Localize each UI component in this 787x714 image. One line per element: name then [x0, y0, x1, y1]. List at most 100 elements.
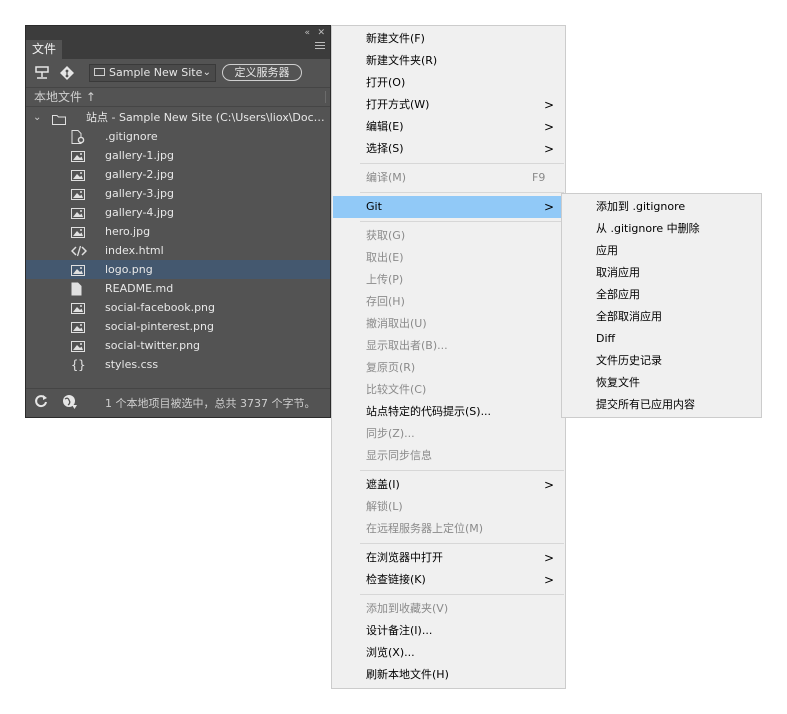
menu-item-label: 显示同步信息	[366, 449, 432, 462]
git-menu-item-label: 应用	[596, 244, 618, 257]
file-row[interactable]: social-twitter.png	[26, 336, 330, 355]
file-row[interactable]: logo.png	[26, 260, 330, 279]
git-menu-item-file-history[interactable]: 文件历史记录	[563, 350, 760, 372]
file-row[interactable]: .gitignore	[26, 127, 330, 146]
menu-item-edit[interactable]: 编辑(E) >	[333, 116, 564, 138]
menu-item-label: 检查链接(K)	[366, 573, 426, 586]
menu-separator	[360, 470, 564, 471]
menu-item-open[interactable]: 打开(O)	[333, 72, 564, 94]
menu-item-label: 打开(O)	[366, 76, 406, 89]
file-name: index.html	[105, 244, 164, 257]
git-menu-item-unstage[interactable]: 取消应用	[563, 262, 760, 284]
git-menu-item-diff[interactable]: Diff	[563, 328, 760, 350]
menu-item-label: 存回(H)	[366, 295, 405, 308]
file-row[interactable]: gallery-3.jpg	[26, 184, 330, 203]
file-row[interactable]: {} styles.css	[26, 355, 330, 374]
menu-item-label: 添加到收藏夹(V)	[366, 602, 449, 615]
git-menu-item-label: 取消应用	[596, 266, 640, 279]
file-row[interactable]: hero.jpg	[26, 222, 330, 241]
git-menu-item-commit-all-staged[interactable]: 提交所有已应用内容	[563, 394, 760, 416]
menu-item-select[interactable]: 选择(S) >	[333, 138, 564, 160]
menu-item-compile[interactable]: 编译(M) F9	[333, 167, 564, 189]
svg-text:{}: {}	[71, 358, 85, 371]
chevron-down-icon[interactable]: ⌄	[33, 108, 41, 127]
git-menu-item-stage[interactable]: 应用	[563, 240, 760, 262]
git-icon[interactable]	[59, 65, 75, 85]
menu-item-new-folder[interactable]: 新建文件夹(R)	[333, 50, 564, 72]
menu-item-cloak[interactable]: 遮盖(I) >	[333, 474, 564, 496]
chevron-right-icon: >	[543, 200, 554, 214]
menu-item-site-specific-code-hints[interactable]: 站点特定的代码提示(S)...	[333, 401, 564, 423]
file-row[interactable]: index.html	[26, 241, 330, 260]
tree-root-site[interactable]: ⌄ 站点 - Sample New Site (C:\Users\liox\Do…	[26, 108, 330, 127]
file-row[interactable]: social-pinterest.png	[26, 317, 330, 336]
menu-item-put[interactable]: 上传(P)	[333, 269, 564, 291]
site-select-label: Sample New Site	[109, 66, 203, 79]
menu-item-add-to-favorites[interactable]: 添加到收藏夹(V)	[333, 598, 564, 620]
file-name: logo.png	[105, 263, 153, 276]
panel-menu-icon[interactable]	[315, 42, 325, 52]
menu-separator	[360, 543, 564, 544]
menu-item-label: 获取(G)	[366, 229, 406, 242]
menu-item-new-file[interactable]: 新建文件(F)	[333, 28, 564, 50]
menu-item-show-sync-info[interactable]: 显示同步信息	[333, 445, 564, 467]
menu-item-label: 站点特定的代码提示(S)...	[366, 405, 492, 418]
menu-item-unlock[interactable]: 解锁(L)	[333, 496, 564, 518]
menu-item-design-notes[interactable]: 设计备注(I)...	[333, 620, 564, 642]
menu-item-label: 设计备注(I)...	[366, 624, 433, 637]
menu-item-refresh-local-files[interactable]: 刷新本地文件(H)	[333, 664, 564, 686]
menu-item-open-in-browser[interactable]: 在浏览器中打开 >	[333, 547, 564, 569]
menu-item-compare-files[interactable]: 比较文件(C)	[333, 379, 564, 401]
git-menu-item-label: 恢复文件	[596, 376, 640, 389]
file-name: social-twitter.png	[105, 339, 201, 352]
settings-file-icon	[71, 130, 85, 144]
menu-item-check-in[interactable]: 存回(H)	[333, 291, 564, 313]
site-select-dropdown[interactable]: Sample New Site ⌄	[89, 64, 216, 82]
collapse-panel-icon[interactable]: «	[304, 26, 310, 40]
menu-item-label: 新建文件(F)	[366, 32, 425, 45]
menu-item-revert-page[interactable]: 复原页(R)	[333, 357, 564, 379]
file-row[interactable]: gallery-1.jpg	[26, 146, 330, 165]
menu-item-show-checked-out-by[interactable]: 显示取出者(B)...	[333, 335, 564, 357]
menu-item-locate-on-remote-server[interactable]: 在远程服务器上定位(M)	[333, 518, 564, 540]
menu-item-label: 浏览(X)...	[366, 646, 415, 659]
tab-files[interactable]: 文件	[26, 40, 62, 59]
git-menu-item-label: 全部取消应用	[596, 310, 662, 323]
file-row[interactable]: social-facebook.png	[26, 298, 330, 317]
file-row[interactable]: README.md	[26, 279, 330, 298]
menu-item-check-links[interactable]: 检查链接(K) >	[333, 569, 564, 591]
git-menu-item-revert-file[interactable]: 恢复文件	[563, 372, 760, 394]
menu-item-undo-check-out[interactable]: 撤消取出(U)	[333, 313, 564, 335]
menu-item-label: 比较文件(C)	[366, 383, 427, 396]
git-menu-item-add-to-gitignore[interactable]: 添加到 .gitignore	[563, 196, 760, 218]
git-menu-item-unstage-all[interactable]: 全部取消应用	[563, 306, 760, 328]
folder-icon	[52, 112, 66, 125]
menu-item-synchronize[interactable]: 同步(Z)...	[333, 423, 564, 445]
context-menu: 新建文件(F) 新建文件夹(R) 打开(O) 打开方式(W) > 编辑(E) > 选择(S) >…	[331, 25, 566, 689]
file-row[interactable]: gallery-2.jpg	[26, 165, 330, 184]
menu-item-check-out[interactable]: 取出(E)	[333, 247, 564, 269]
menu-item-open-with[interactable]: 打开方式(W) >	[333, 94, 564, 116]
close-panel-icon[interactable]: ✕	[317, 26, 325, 40]
menu-item-label: 取出(E)	[366, 251, 404, 264]
menu-item-label: 显示取出者(B)...	[366, 339, 448, 352]
menu-separator	[360, 221, 564, 222]
menu-item-explore[interactable]: 浏览(X)...	[333, 642, 564, 664]
connect-icon[interactable]	[34, 65, 50, 85]
refresh-icon[interactable]	[34, 394, 48, 412]
git-menu-item-label: 全部应用	[596, 288, 640, 301]
git-menu-item-remove-from-gitignore[interactable]: 从 .gitignore 中删除	[563, 218, 760, 240]
panel-tab-row: 文件	[26, 40, 330, 59]
git-menu-item-stage-all[interactable]: 全部应用	[563, 284, 760, 306]
menu-item-get[interactable]: 获取(G)	[333, 225, 564, 247]
status-text: 1 个本地项目被选中，总共 3737 个字节。	[105, 397, 316, 410]
file-name: styles.css	[105, 358, 159, 371]
chevron-right-icon: >	[543, 142, 554, 156]
chevron-right-icon: >	[543, 98, 554, 112]
local-files-column-header[interactable]: 本地文件 ↑	[26, 87, 330, 107]
file-row[interactable]: gallery-4.jpg	[26, 203, 330, 222]
menu-item-git[interactable]: Git >	[333, 196, 564, 218]
define-server-button[interactable]: 定义服务器	[222, 64, 302, 81]
git-menu-item-label: 添加到 .gitignore	[596, 200, 686, 213]
globe-sync-icon[interactable]	[62, 394, 78, 414]
